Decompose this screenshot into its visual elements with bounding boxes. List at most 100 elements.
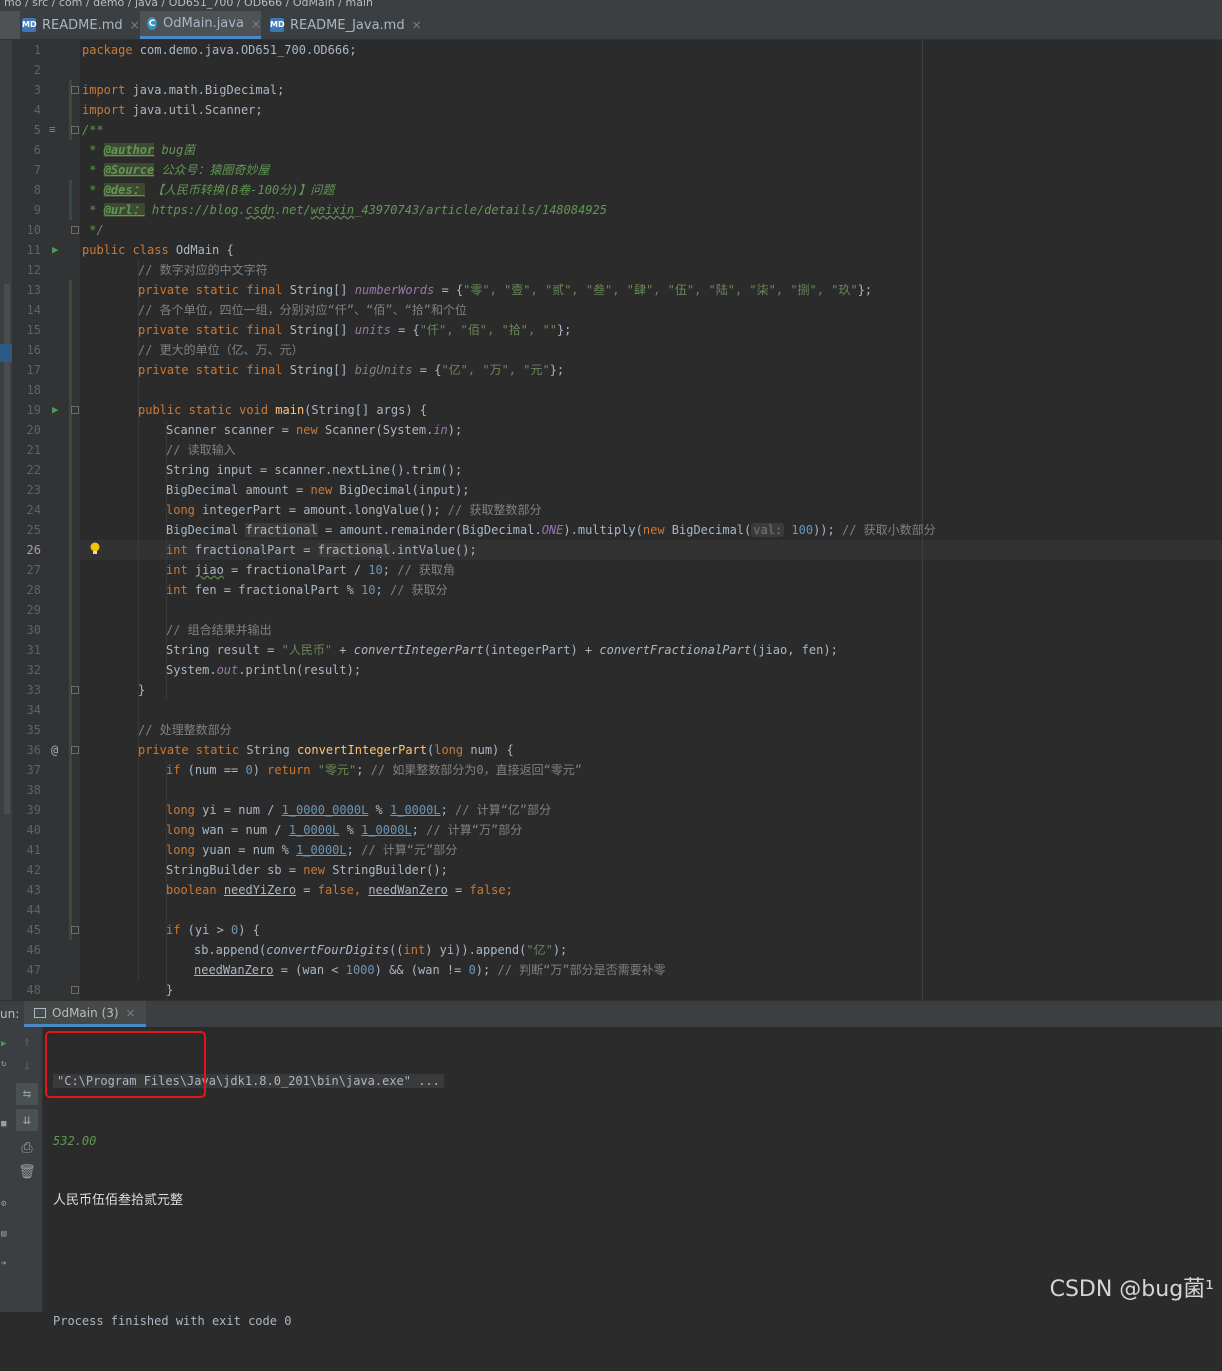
java-class-icon: C [147, 17, 158, 30]
line-number: 35 [26, 723, 41, 737]
code-line-24: long integerPart = amount.longValue(); /… [166, 500, 541, 520]
layout-icon[interactable]: ▤ [1, 1229, 6, 1239]
up-arrow-icon[interactable]: ↑ [16, 1031, 38, 1053]
fold-icon[interactable] [71, 746, 79, 754]
line-number: 10 [26, 223, 41, 237]
keyword: long [166, 823, 195, 837]
code-text: = [447, 883, 470, 897]
code-text: ).multiply( [563, 523, 643, 537]
pin-icon[interactable]: ➜ [1, 1259, 6, 1269]
javadoc-tag: @url： [103, 203, 145, 217]
variable: needYiZero [223, 883, 297, 897]
keyword: int [166, 583, 188, 597]
rerun-icon[interactable]: ▶ [1, 1039, 6, 1049]
code-line-31: String result = "人民币" + convertIntegerPa… [166, 640, 838, 660]
line-number: 8 [33, 183, 41, 197]
code-text: = { [412, 363, 442, 377]
code-line-21: // 读取输入 [166, 440, 236, 460]
highlight-box [45, 1031, 206, 1098]
fold-icon[interactable] [71, 86, 79, 94]
trash-icon[interactable]: 🗑 [16, 1161, 38, 1183]
code-text: StringBuilder(); [324, 863, 448, 877]
code-line-41: long yuan = num % 1_0000L; // 计算“元”部分 [166, 840, 457, 860]
fold-icon[interactable] [71, 406, 79, 414]
variable: needWanZero [194, 963, 274, 977]
fold-icon[interactable] [71, 686, 79, 694]
javadoc-tag: @author [103, 143, 155, 157]
code-text: String input = scanner.nextLine().trim()… [166, 463, 463, 477]
variable: needWanZero [368, 883, 448, 897]
number: 0 [468, 963, 476, 977]
line-number: 37 [26, 763, 41, 777]
close-icon[interactable]: × [412, 18, 422, 32]
keyword: boolean [166, 883, 217, 897]
variable-highlight: fractional [317, 543, 390, 557]
javadoc-value: https://blog. [144, 203, 246, 217]
console-input: 532.00 [53, 1134, 97, 1148]
code-line-25: BigDecimal fractional = amount.remainder… [166, 520, 936, 540]
tool-strip-scroll[interactable] [4, 284, 10, 814]
lightbulb-icon[interactable] [90, 542, 100, 556]
string: "零元" [310, 763, 357, 777]
comment: // 计算“元”部分 [361, 843, 458, 857]
tab-overflow-icon[interactable] [0, 11, 20, 39]
fold-icon[interactable] [71, 986, 79, 994]
line-number: 33 [26, 683, 41, 697]
settings-icon[interactable]: ⚙ [1, 1199, 6, 1209]
close-icon[interactable]: × [130, 18, 140, 32]
code-text: yuan = num % [194, 843, 297, 857]
soft-wrap-icon[interactable]: ⇆ [16, 1083, 38, 1105]
code-line-30: // 组合结果并输出 [166, 620, 272, 640]
fold-icon[interactable] [71, 226, 79, 234]
scroll-to-end-icon[interactable]: ⇊ [16, 1109, 38, 1131]
code-text: com.demo.java.OD651_700.OD666; [132, 43, 357, 57]
print-icon[interactable]: ⎙ [16, 1137, 38, 1159]
code-text: } [138, 683, 146, 697]
keyword: long [166, 503, 195, 517]
doc-render-icon[interactable]: ≡ [49, 120, 56, 140]
code-text: String[] [282, 363, 355, 377]
run-class-icon[interactable]: ▶ [52, 240, 59, 260]
close-icon[interactable]: × [126, 1006, 136, 1020]
code-line-45: if (yi > 0) { [166, 920, 260, 940]
javadoc-tag: @Source [103, 163, 155, 177]
tab-label: OdMain.java [163, 16, 244, 31]
code-line-32: System.out.println(result); [166, 660, 361, 680]
wrench-icon[interactable]: ↻ [1, 1059, 6, 1069]
code-editor[interactable]: package com.demo.java.OD651_700.OD666; i… [80, 40, 1222, 1000]
method-name: main [268, 403, 305, 417]
code-text: ) [252, 763, 268, 777]
keyword: int [166, 563, 188, 577]
tab-odmain[interactable]: C OdMain.java × [140, 11, 261, 39]
number: 1_0000L [361, 823, 412, 837]
code-line-11: public class OdMain { [82, 240, 234, 260]
code-text: ; [382, 563, 398, 577]
code-line-5: /** [82, 120, 104, 140]
line-number: 12 [26, 263, 41, 277]
line-number: 41 [26, 843, 41, 857]
field: in [433, 423, 448, 437]
code-line-17: private static final String[] bigUnits =… [138, 360, 564, 380]
annotation-icon[interactable]: @ [51, 740, 58, 760]
code-text: (yi > [180, 923, 232, 937]
code-text: ); [447, 423, 463, 437]
keyword: new [296, 423, 318, 437]
code-text: fen = fractionalPart % [187, 583, 362, 597]
javadoc-value: 公众号：猿圈奇妙屋 [154, 163, 270, 177]
keyword: public static void [138, 403, 269, 417]
code-text: Scanner(System. [317, 423, 434, 437]
down-arrow-icon[interactable]: ↓ [16, 1055, 38, 1077]
code-text: ; [375, 583, 390, 597]
code-text: = { [434, 283, 464, 297]
fold-icon[interactable] [71, 926, 79, 934]
stop-icon[interactable]: ■ [1, 1119, 6, 1129]
tab-readme[interactable]: MD README.md × [22, 11, 140, 39]
breadcrumb[interactable]: mo / src / com / demo / java / OD651_700… [0, 0, 1222, 11]
comment: // 判断“万”部分是否需要补零 [497, 963, 666, 977]
run-main-icon[interactable]: ▶ [52, 400, 59, 420]
run-tab[interactable]: OdMain (3) × [24, 1001, 146, 1027]
fold-icon[interactable] [71, 126, 79, 134]
run-actions-strip: ▶ ↻ ■ ⚙ ▤ ➜ [0, 1027, 12, 1312]
tab-readme-java[interactable]: MD README_Java.md × [266, 11, 422, 39]
close-icon[interactable]: × [251, 17, 261, 31]
